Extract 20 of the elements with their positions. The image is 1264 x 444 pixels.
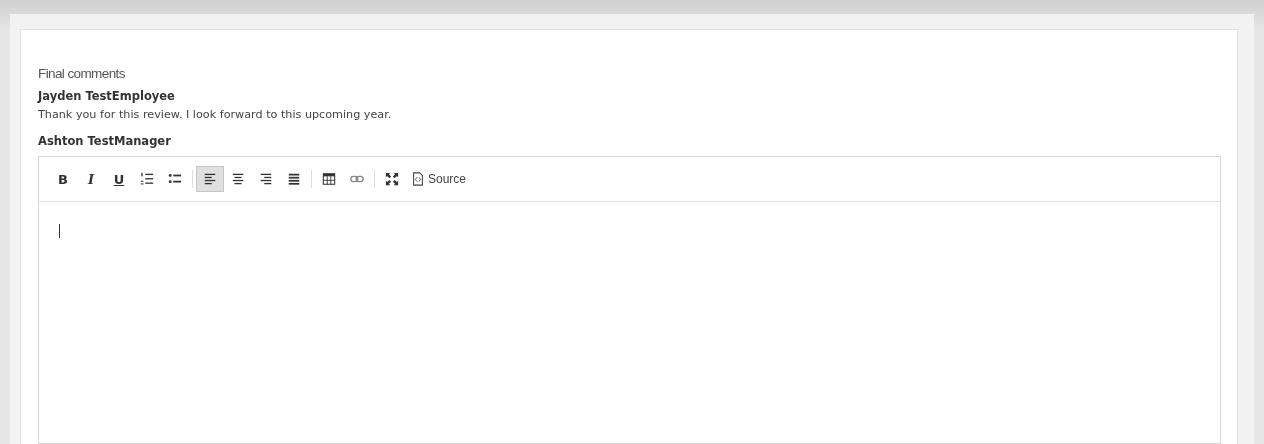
- source-button[interactable]: Source: [406, 166, 472, 192]
- justify-icon: [287, 172, 301, 186]
- align-center-icon: [231, 172, 245, 186]
- rich-text-editor[interactable]: B I U Source: [38, 156, 1221, 444]
- comment-text: Thank you for this review. I look forward to this upcoming year.: [38, 108, 392, 121]
- underline-button[interactable]: U: [105, 166, 133, 192]
- maximize-icon: [385, 172, 399, 186]
- editor-author: Ashton TestManager: [38, 134, 171, 148]
- section-title: Final comments: [38, 66, 125, 81]
- bold-button[interactable]: B: [49, 166, 77, 192]
- comment-author: Jayden TestEmployee: [38, 89, 175, 103]
- source-icon: [411, 172, 425, 186]
- numbered-list-icon: [140, 172, 154, 186]
- align-right-icon: [259, 172, 273, 186]
- text-cursor: [59, 224, 60, 238]
- align-left-icon: [203, 172, 217, 186]
- table-icon: [322, 172, 336, 186]
- bullet-list-icon: [168, 172, 182, 186]
- align-left-button[interactable]: [196, 166, 224, 192]
- italic-button[interactable]: I: [77, 166, 105, 192]
